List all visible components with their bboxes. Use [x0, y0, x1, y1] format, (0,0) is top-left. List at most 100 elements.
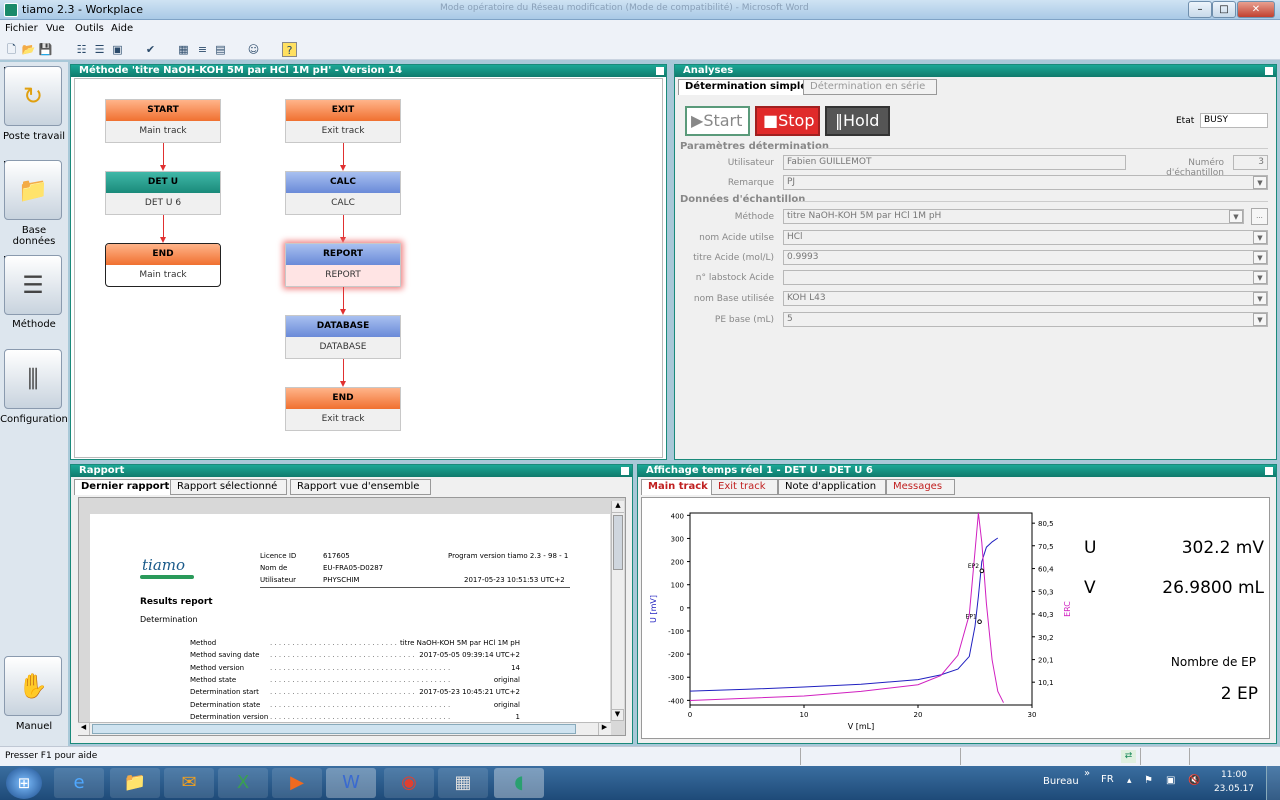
tab-determination-simple[interactable]: Détermination simple: [678, 79, 815, 95]
tray-network-icon[interactable]: ▣: [1166, 775, 1175, 786]
list-icon[interactable]: ≡: [195, 42, 210, 57]
window-icon[interactable]: ▣: [110, 42, 125, 57]
calculator-icon[interactable]: ▦: [438, 768, 488, 798]
tab-main-track[interactable]: Main track: [641, 479, 715, 495]
nom-base-field[interactable]: KOH L43: [783, 291, 1268, 306]
stop-button[interactable]: ■Stop: [755, 106, 820, 136]
methode-dropdown-icon[interactable]: ▼: [1229, 210, 1243, 223]
numero-echantillon-field[interactable]: 3: [1233, 155, 1268, 170]
node-end-main-sub: Main track: [139, 270, 187, 280]
windows-start-icon[interactable]: ⊞: [6, 767, 42, 799]
layout2-icon[interactable]: ☰: [92, 42, 107, 57]
taskbar-bureau-label[interactable]: Bureau: [1043, 776, 1079, 787]
menu-aide[interactable]: Aide: [111, 23, 133, 34]
check-icon[interactable]: ✔: [143, 42, 158, 57]
minimize-button[interactable]: –: [1188, 1, 1212, 18]
show-desktop-button[interactable]: [1266, 766, 1280, 800]
report-horizontal-scrollbar[interactable]: ◀ ▶: [78, 722, 611, 735]
tray-flag-icon[interactable]: ⚑: [1144, 775, 1153, 786]
report-horizontal-thumb[interactable]: [92, 724, 576, 734]
node-end-main[interactable]: END Main track: [105, 243, 221, 287]
connector-start-detu: [163, 143, 164, 165]
nom-acide-field[interactable]: HCl: [783, 230, 1268, 245]
tab-exit-track[interactable]: Exit track: [711, 479, 778, 495]
node-start[interactable]: START Main track: [105, 99, 221, 143]
tray-show-hidden-icon[interactable]: ▴: [1127, 776, 1132, 786]
save-icon[interactable]: 💾: [38, 42, 53, 57]
x-tick-label: 20: [914, 711, 923, 719]
remarque-dropdown-icon[interactable]: ▼: [1253, 176, 1267, 189]
titre-acide-dropdown-icon[interactable]: ▼: [1253, 251, 1267, 264]
taskbar-expand-icon[interactable]: »: [1084, 768, 1090, 779]
menu-fichier[interactable]: Fichier: [5, 23, 38, 34]
layout-icon[interactable]: ☷: [74, 42, 89, 57]
remarque-field[interactable]: PJ: [783, 175, 1268, 190]
nom-acide-dropdown-icon[interactable]: ▼: [1253, 231, 1267, 244]
nav-configuration-button[interactable]: ⫼: [4, 349, 62, 409]
methode-more-button[interactable]: ...: [1251, 208, 1268, 225]
y2-tick-label: 20,1: [1038, 657, 1054, 665]
grid-icon[interactable]: ▦: [176, 42, 191, 57]
tab-note-application[interactable]: Note d'application: [778, 479, 886, 495]
node-database[interactable]: DATABASE DATABASE: [285, 315, 401, 359]
node-end-exit[interactable]: END Exit track: [285, 387, 401, 431]
report-vertical-scrollbar[interactable]: ▲: [611, 501, 624, 721]
taskbar-time[interactable]: 11:00: [1212, 770, 1256, 780]
nav-workstation-button[interactable]: ↻: [4, 66, 62, 126]
user-icon[interactable]: ☺: [246, 42, 261, 57]
outlook-icon[interactable]: ✉: [164, 768, 214, 798]
node-detu[interactable]: DET U DET U 6: [105, 171, 221, 215]
open-icon[interactable]: 📂: [21, 42, 36, 57]
media-player-icon[interactable]: ▶: [272, 768, 322, 798]
utilisateur-field[interactable]: Fabien GUILLEMOT: [783, 155, 1126, 170]
report-row-value: 2017-05-05 09:39:14 UTC+2: [417, 651, 520, 660]
node-exit[interactable]: EXIT Exit track: [285, 99, 401, 143]
nav-manual-button[interactable]: ✋: [4, 656, 62, 716]
tab-rapport-selectionne[interactable]: Rapport sélectionné: [170, 479, 287, 495]
tab-rapport-vue-ensemble[interactable]: Rapport vue d'ensemble: [290, 479, 431, 495]
tab-dernier-rapport[interactable]: Dernier rapport: [74, 479, 177, 495]
new-icon[interactable]: 🗋: [4, 42, 19, 57]
hold-button[interactable]: ‖Hold: [825, 106, 890, 136]
scroll-down-icon[interactable]: ▼: [611, 709, 624, 721]
scroll-up-icon[interactable]: ▲: [612, 501, 624, 513]
method-panel-maximize-icon[interactable]: [656, 67, 664, 75]
scroll-left-icon[interactable]: ◀: [78, 723, 90, 735]
close-button[interactable]: ✕: [1237, 1, 1275, 18]
chrome-icon[interactable]: ◉: [384, 768, 434, 798]
labstock-field[interactable]: [783, 270, 1268, 285]
scroll-right-icon[interactable]: ▶: [598, 723, 610, 735]
maximize-button[interactable]: □: [1212, 1, 1236, 18]
nav-database-button[interactable]: 📁: [4, 160, 62, 220]
tab-messages[interactable]: Messages: [886, 479, 955, 495]
start-button[interactable]: ▶Start: [685, 106, 750, 136]
tab-determination-serie[interactable]: Détermination en série: [803, 79, 937, 95]
titre-acide-field[interactable]: 0.9993: [783, 250, 1268, 265]
pe-base-dropdown-icon[interactable]: ▼: [1253, 313, 1267, 326]
nav-method-button[interactable]: ☰: [4, 255, 62, 315]
word-icon[interactable]: W: [326, 768, 376, 798]
labstock-dropdown-icon[interactable]: ▼: [1253, 271, 1267, 284]
live-panel-maximize-icon[interactable]: [1265, 467, 1273, 475]
nom-base-dropdown-icon[interactable]: ▼: [1253, 292, 1267, 305]
taskbar-date[interactable]: 23.05.17: [1212, 784, 1256, 794]
pe-base-field[interactable]: 5: [783, 312, 1268, 327]
tiamo-taskbar-icon[interactable]: ◖: [494, 768, 544, 798]
report-vertical-thumb[interactable]: [613, 515, 623, 570]
internet-explorer-icon[interactable]: e: [54, 768, 104, 798]
file-explorer-icon[interactable]: 📁: [110, 768, 160, 798]
tray-volume-icon[interactable]: 🔇: [1188, 775, 1200, 786]
methode-field[interactable]: titre NaOH-KOH 5M par HCl 1M pH: [783, 209, 1244, 224]
menu-outils[interactable]: Outils: [75, 23, 104, 34]
taskbar-language[interactable]: FR: [1101, 774, 1114, 785]
analyses-panel-maximize-icon[interactable]: [1265, 67, 1273, 75]
menu-vue[interactable]: Vue: [46, 23, 65, 34]
titration-curve-chart: 400 300 200 100 0 -100 -200 -300 -400 0 10 20 30 80,5…: [649, 512, 1072, 731]
rapport-panel-maximize-icon[interactable]: [621, 467, 629, 475]
node-report[interactable]: REPORT REPORT: [285, 243, 401, 287]
excel-icon[interactable]: X: [218, 768, 268, 798]
node-calc[interactable]: CALC CALC: [285, 171, 401, 215]
help-icon[interactable]: ?: [282, 42, 297, 57]
node-calc-sub: CALC: [331, 198, 355, 208]
table-icon[interactable]: ▤: [213, 42, 228, 57]
